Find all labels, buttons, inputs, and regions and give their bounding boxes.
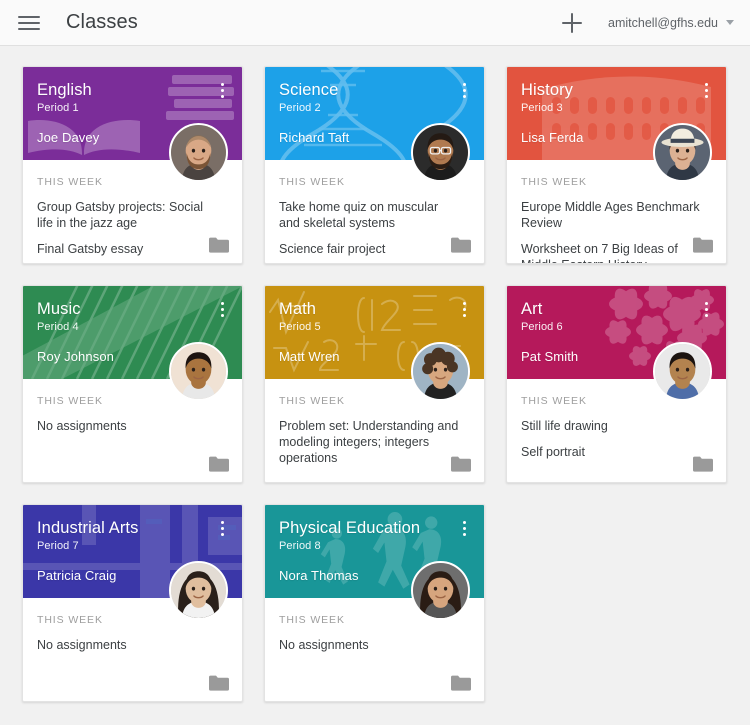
more-vert-icon[interactable] [455, 517, 473, 539]
folder-icon[interactable] [693, 456, 713, 472]
class-teacher: Pat Smith [521, 349, 579, 364]
assignment-item[interactable]: Take home quiz on muscular and skeletal … [279, 199, 461, 231]
assignment-item[interactable]: No assignments [37, 637, 219, 653]
class-teacher: Joe Davey [37, 130, 100, 145]
assignment-item[interactable]: No assignments [37, 418, 219, 434]
class-name[interactable]: Art [521, 299, 686, 319]
class-name[interactable]: History [521, 80, 686, 100]
more-vert-icon[interactable] [213, 79, 231, 101]
chevron-down-icon [726, 20, 734, 25]
more-vert-icon[interactable] [455, 79, 473, 101]
class-teacher: Lisa Ferda [521, 130, 584, 145]
class-teacher: Roy Johnson [37, 349, 114, 364]
assignment-item[interactable]: No assignments [279, 637, 461, 653]
class-card[interactable]: Physical Education Period 8 Nora Thomas … [264, 504, 485, 702]
folder-icon[interactable] [209, 237, 229, 253]
class-name[interactable]: Math [279, 299, 444, 319]
teacher-avatar [411, 123, 470, 182]
assignment-item[interactable]: Self portrait [521, 444, 703, 460]
class-period: Period 5 [279, 321, 321, 333]
class-card[interactable]: Math Period 5 Matt Wren THIS WEEK Proble… [264, 285, 485, 483]
assignment-item[interactable]: Problem set: Understanding and modeling … [279, 418, 461, 466]
account-email-label: amitchell@gfhs.edu [608, 15, 718, 30]
class-card[interactable]: History Period 3 Lisa Ferda THIS WEEK Eu… [506, 66, 727, 264]
teacher-avatar [411, 342, 470, 401]
more-vert-icon[interactable] [455, 298, 473, 320]
class-period: Period 2 [279, 102, 321, 114]
teacher-avatar [653, 123, 712, 182]
hamburger-menu-icon[interactable] [18, 12, 44, 34]
class-period: Period 8 [279, 540, 321, 552]
class-card[interactable]: Industrial Arts Period 7 Patricia Craig … [22, 504, 243, 702]
class-name[interactable]: Physical Education [279, 518, 444, 538]
class-teacher: Patricia Craig [37, 568, 117, 583]
teacher-avatar [411, 561, 470, 620]
teacher-avatar [653, 342, 712, 401]
teacher-avatar [169, 342, 228, 401]
teacher-avatar [169, 123, 228, 182]
assignment-item[interactable]: Group Gatsby projects: Social life in th… [37, 199, 219, 231]
class-card[interactable]: Science Period 2 Richard Taft THIS WEEK … [264, 66, 485, 264]
more-vert-icon[interactable] [697, 79, 715, 101]
folder-icon[interactable] [451, 237, 471, 253]
class-card[interactable]: Art Period 6 Pat Smith THIS WEEK Still l… [506, 285, 727, 483]
app-bar: Classes amitchell@gfhs.edu [0, 0, 750, 46]
class-name[interactable]: English [37, 80, 202, 100]
classes-grid: English Period 1 Joe Davey THIS WEEK Gro… [0, 46, 750, 702]
class-name[interactable]: Music [37, 299, 202, 319]
folder-icon[interactable] [209, 456, 229, 472]
folder-icon[interactable] [451, 675, 471, 691]
assignment-item[interactable]: Europe Middle Ages Benchmark Review [521, 199, 703, 231]
page-title: Classes [66, 11, 138, 33]
account-menu[interactable]: amitchell@gfhs.edu [608, 16, 734, 30]
assignment-item[interactable]: Science fair project [279, 241, 461, 257]
class-teacher: Nora Thomas [279, 568, 359, 583]
class-teacher: Matt Wren [279, 349, 340, 364]
assignment-item[interactable]: Final Gatsby essay [37, 241, 219, 257]
class-period: Period 3 [521, 102, 563, 114]
more-vert-icon[interactable] [697, 298, 715, 320]
more-vert-icon[interactable] [213, 298, 231, 320]
class-period: Period 6 [521, 321, 563, 333]
folder-icon[interactable] [451, 456, 471, 472]
class-period: Period 4 [37, 321, 79, 333]
more-vert-icon[interactable] [213, 517, 231, 539]
class-card[interactable]: English Period 1 Joe Davey THIS WEEK Gro… [22, 66, 243, 264]
folder-icon[interactable] [693, 237, 713, 253]
class-period: Period 7 [37, 540, 79, 552]
class-period: Period 1 [37, 102, 79, 114]
class-name[interactable]: Industrial Arts [37, 518, 202, 538]
assignment-item[interactable]: Worksheet on 7 Big Ideas of Middle Easte… [521, 241, 703, 263]
class-name[interactable]: Science [279, 80, 444, 100]
add-class-plus-icon[interactable] [558, 9, 586, 37]
teacher-avatar [169, 561, 228, 620]
class-card[interactable]: Music Period 4 Roy Johnson THIS WEEK No … [22, 285, 243, 483]
folder-icon[interactable] [209, 675, 229, 691]
assignment-item[interactable]: Still life drawing [521, 418, 703, 434]
class-teacher: Richard Taft [279, 130, 350, 145]
